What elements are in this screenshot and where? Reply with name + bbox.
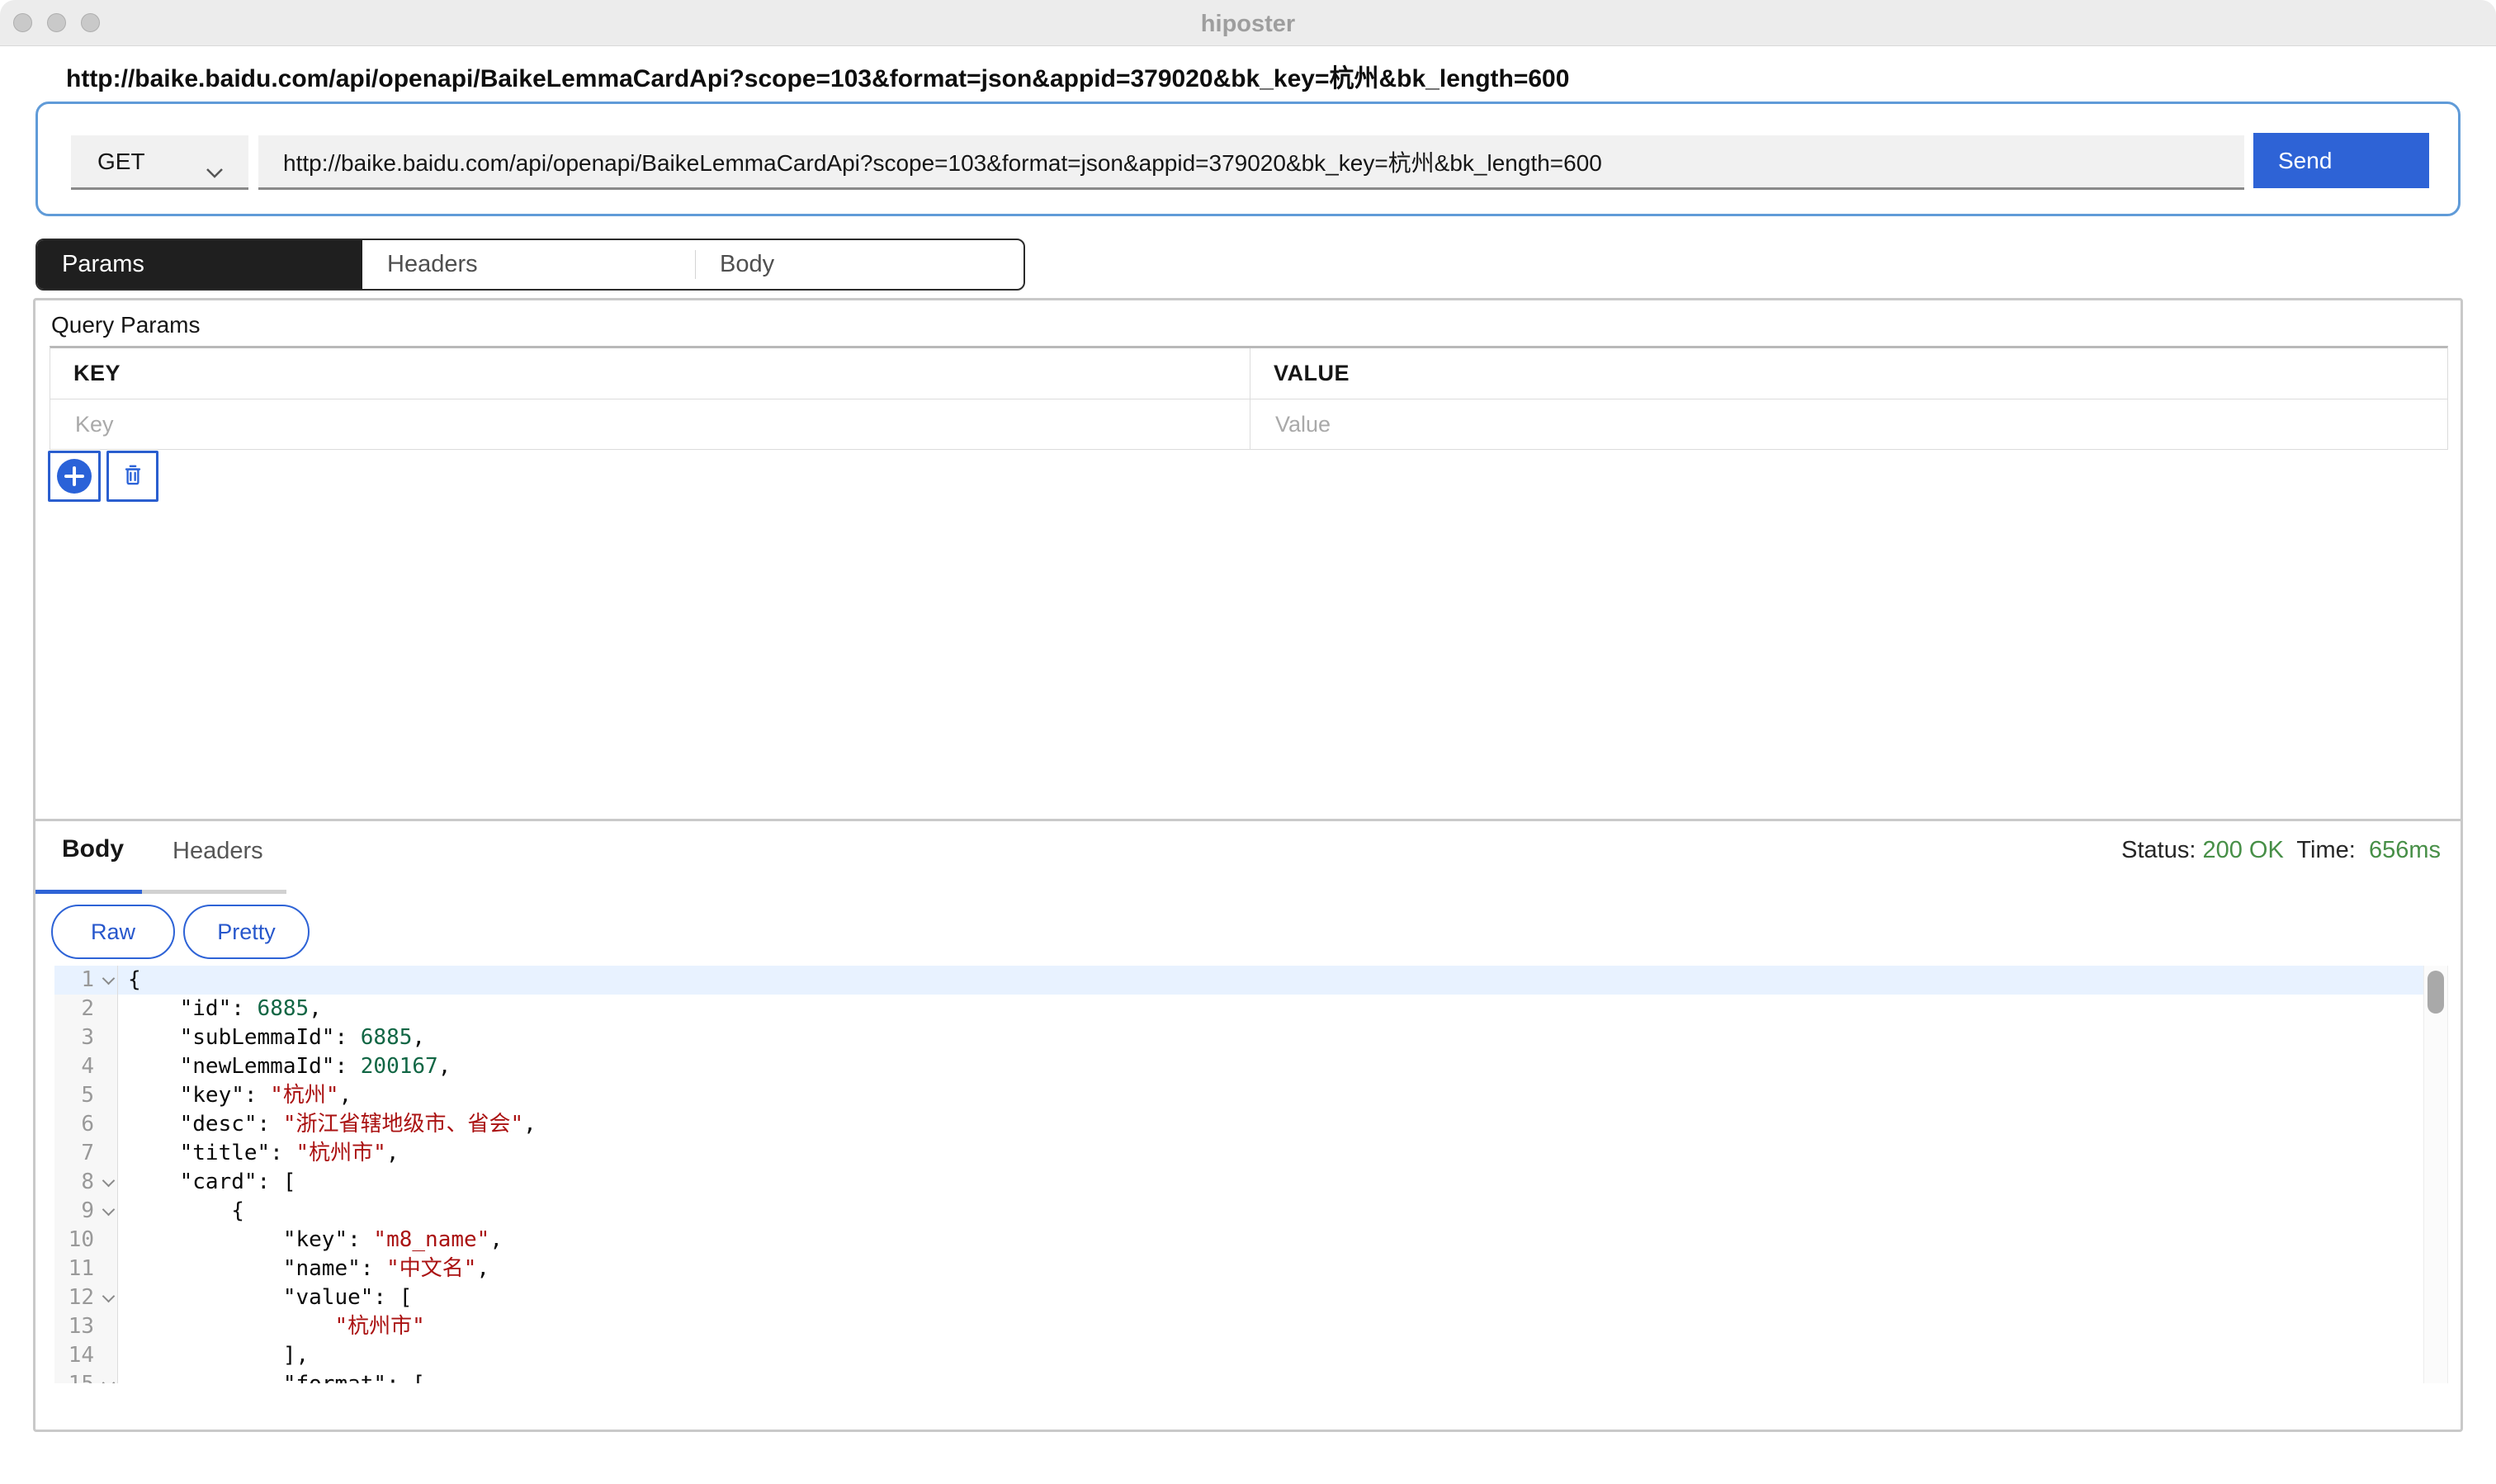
add-param-button[interactable] xyxy=(48,451,101,502)
tab-params[interactable]: Params xyxy=(37,240,362,289)
table-header-row: KEY VALUE xyxy=(50,348,2447,399)
param-key-input[interactable] xyxy=(73,411,1194,438)
code-text: "subLemmaId": 6885, xyxy=(118,1023,2448,1052)
code-line: 12 "value": [ xyxy=(54,1283,2448,1312)
request-tabs: Params Headers Body xyxy=(35,239,1025,291)
code-line: 15 "format": [ xyxy=(54,1370,2448,1383)
app-window: hiposter http://baike.baidu.com/api/open… xyxy=(0,0,2496,1484)
line-number: 13 xyxy=(54,1312,118,1341)
query-params-table: KEY VALUE xyxy=(50,346,2448,450)
code-line: 4 "newLemmaId": 200167, xyxy=(54,1052,2448,1081)
titlebar: hiposter xyxy=(0,0,2496,46)
fold-chevron-icon[interactable] xyxy=(103,1176,114,1187)
response-status-row: Status: 200 OK Time: 656ms xyxy=(2121,837,2441,864)
line-number: 15 xyxy=(54,1370,118,1383)
time-label: Time: xyxy=(2296,837,2355,863)
fold-chevron-icon[interactable] xyxy=(103,1205,114,1216)
chevron-down-icon xyxy=(206,158,224,184)
delete-param-button[interactable] xyxy=(106,451,158,502)
fold-chevron-icon[interactable] xyxy=(103,1378,114,1383)
line-number: 10 xyxy=(54,1226,118,1255)
trash-icon xyxy=(119,461,147,492)
tab-headers-label: Headers xyxy=(387,251,478,278)
code-lines: 1{2 "id": 6885,3 "subLemmaId": 6885,4 "n… xyxy=(54,966,2448,1383)
scrollbar-thumb[interactable] xyxy=(2427,971,2444,1014)
method-select-value: GET xyxy=(97,149,145,175)
inactive-tab-underline xyxy=(142,890,286,894)
code-text: "title": "杭州市", xyxy=(118,1139,2448,1168)
code-text: "key": "杭州", xyxy=(118,1081,2448,1110)
line-number: 14 xyxy=(54,1341,118,1370)
line-number: 2 xyxy=(54,995,118,1023)
window-title: hiposter xyxy=(0,11,2496,38)
status-label: Status: xyxy=(2121,837,2196,863)
response-tab-headers[interactable]: Headers xyxy=(173,838,263,865)
pretty-view-button[interactable]: Pretty xyxy=(183,905,310,959)
request-response-divider xyxy=(35,819,2461,821)
code-text: { xyxy=(118,1197,2448,1226)
code-text: ], xyxy=(118,1341,2448,1370)
line-number: 6 xyxy=(54,1110,118,1139)
request-bar: GET Send xyxy=(35,102,2461,216)
code-text: "key": "m8_name", xyxy=(118,1226,2448,1255)
line-number: 11 xyxy=(54,1255,118,1283)
line-number: 5 xyxy=(54,1081,118,1110)
table-row xyxy=(50,399,2447,449)
method-select[interactable]: GET xyxy=(71,135,248,190)
code-text: "card": [ xyxy=(118,1168,2448,1197)
code-line: 2 "id": 6885, xyxy=(54,995,2448,1023)
time-value: 656ms xyxy=(2369,837,2441,863)
code-text: "杭州市" xyxy=(118,1312,2448,1341)
code-text: "desc": "浙江省辖地级市、省会", xyxy=(118,1110,2448,1139)
tab-body-label: Body xyxy=(720,251,774,278)
line-number: 8 xyxy=(54,1168,118,1197)
code-line: 1{ xyxy=(54,966,2448,995)
line-number: 7 xyxy=(54,1139,118,1168)
code-line: 3 "subLemmaId": 6885, xyxy=(54,1023,2448,1052)
code-line: 5 "key": "杭州", xyxy=(54,1081,2448,1110)
active-tab-underline xyxy=(35,890,142,894)
send-button[interactable]: Send xyxy=(2253,133,2429,188)
code-text: "id": 6885, xyxy=(118,995,2448,1023)
tab-body[interactable]: Body xyxy=(695,240,1023,289)
param-value-input[interactable] xyxy=(1274,411,2392,438)
code-text: "newLemmaId": 200167, xyxy=(118,1052,2448,1081)
line-number: 1 xyxy=(54,966,118,995)
code-line: 6 "desc": "浙江省辖地级市、省会", xyxy=(54,1110,2448,1139)
status-value: 200 OK xyxy=(2202,837,2283,863)
code-text: { xyxy=(118,966,2448,995)
fold-chevron-icon[interactable] xyxy=(103,1292,114,1302)
tab-params-label: Params xyxy=(62,251,144,278)
url-input[interactable] xyxy=(258,135,2244,190)
line-number: 9 xyxy=(54,1197,118,1226)
main-panel: Query Params KEY VALUE xyxy=(33,298,2463,1432)
line-number: 3 xyxy=(54,1023,118,1052)
response-body-editor[interactable]: 1{2 "id": 6885,3 "subLemmaId": 6885,4 "n… xyxy=(54,966,2448,1383)
raw-view-button[interactable]: Raw xyxy=(51,905,175,959)
code-line: 10 "key": "m8_name", xyxy=(54,1226,2448,1255)
code-line: 7 "title": "杭州市", xyxy=(54,1139,2448,1168)
tab-headers[interactable]: Headers xyxy=(362,240,695,289)
response-tab-body[interactable]: Body xyxy=(62,835,124,863)
editor-scrollbar[interactable] xyxy=(2423,966,2448,1383)
line-number: 4 xyxy=(54,1052,118,1081)
code-line: 8 "card": [ xyxy=(54,1168,2448,1197)
code-text: "name": "中文名", xyxy=(118,1255,2448,1283)
fold-chevron-icon[interactable] xyxy=(103,974,114,985)
code-line: 11 "name": "中文名", xyxy=(54,1255,2448,1283)
request-url-heading: http://baike.baidu.com/api/openapi/Baike… xyxy=(66,58,1569,94)
code-line: 13 "杭州市" xyxy=(54,1312,2448,1341)
code-line: 9 { xyxy=(54,1197,2448,1226)
line-number: 12 xyxy=(54,1283,118,1312)
query-params-title: Query Params xyxy=(51,312,201,338)
column-header-value: VALUE xyxy=(1274,361,1350,386)
code-line: 14 ], xyxy=(54,1341,2448,1370)
column-header-key: KEY xyxy=(73,361,121,386)
code-text: "format": [ xyxy=(118,1370,2448,1383)
plus-circle-icon xyxy=(57,459,92,494)
code-text: "value": [ xyxy=(118,1283,2448,1312)
